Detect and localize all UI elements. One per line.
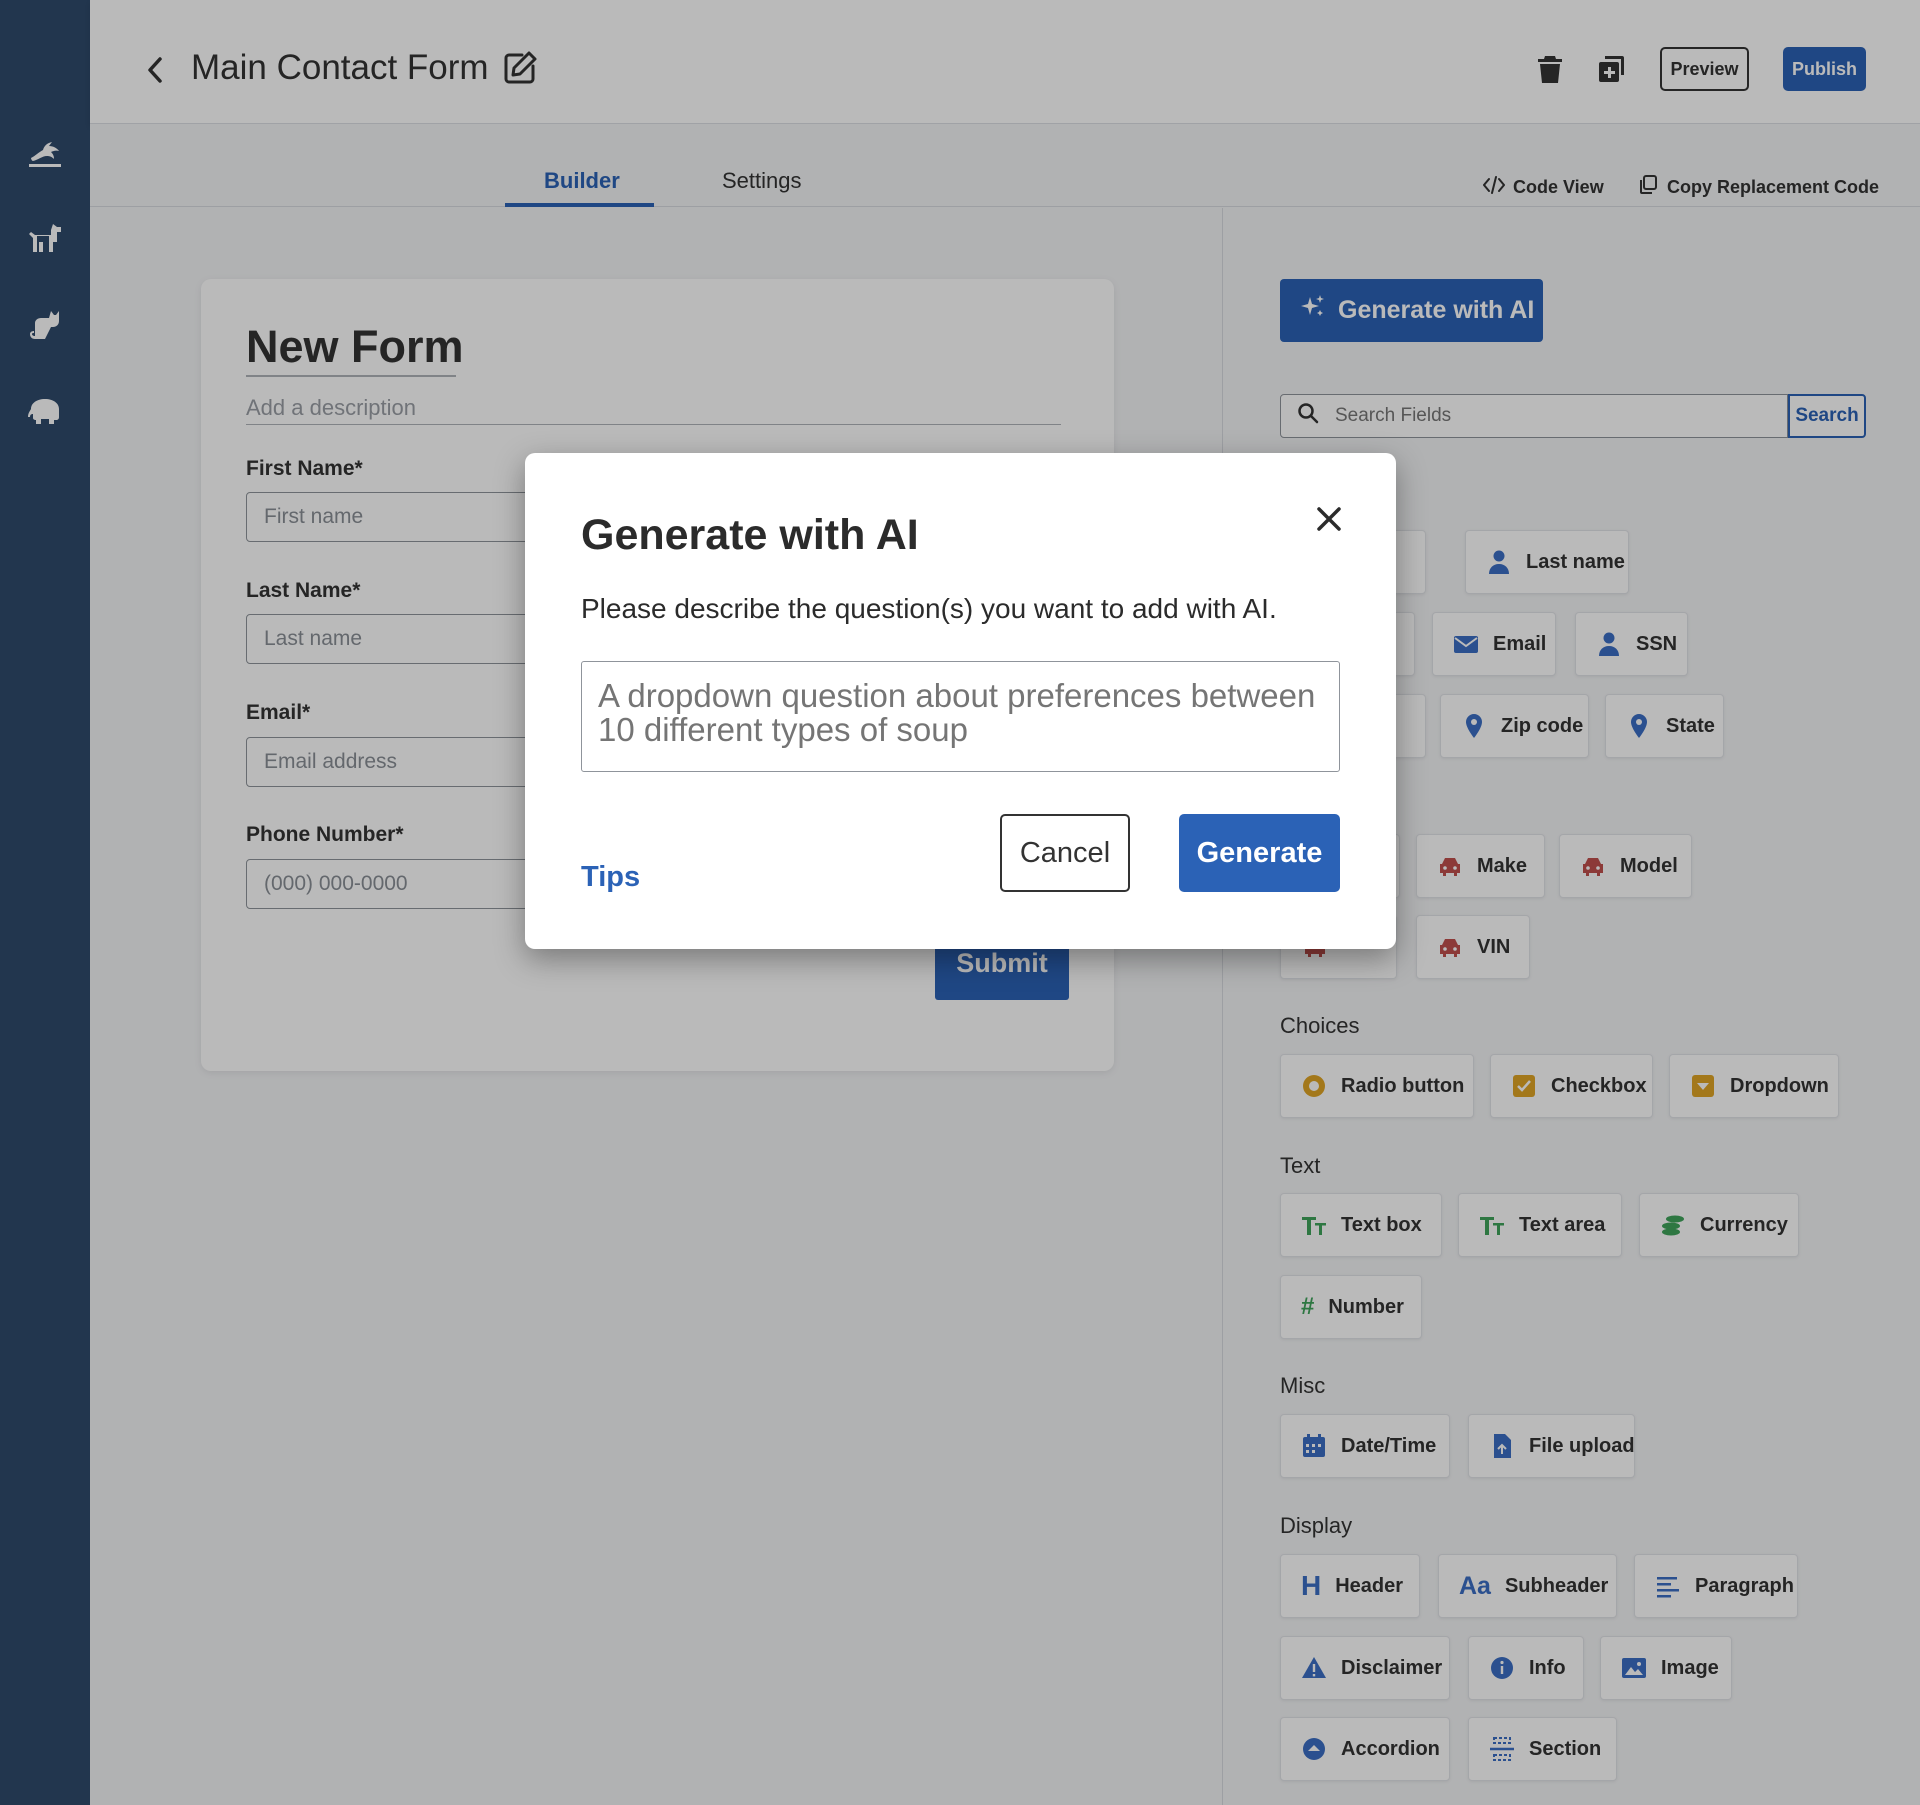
generate-ai-modal: Generate with AI Please describe the que…: [525, 453, 1396, 949]
modal-description: Please describe the question(s) you want…: [581, 593, 1277, 624]
close-icon[interactable]: [1312, 502, 1346, 536]
generate-button[interactable]: Generate: [1179, 814, 1340, 892]
modal-title: Generate with AI: [581, 511, 919, 559]
cancel-button[interactable]: Cancel: [1000, 814, 1130, 892]
ai-prompt-textarea[interactable]: [581, 661, 1340, 772]
tips-link[interactable]: Tips: [581, 861, 640, 894]
